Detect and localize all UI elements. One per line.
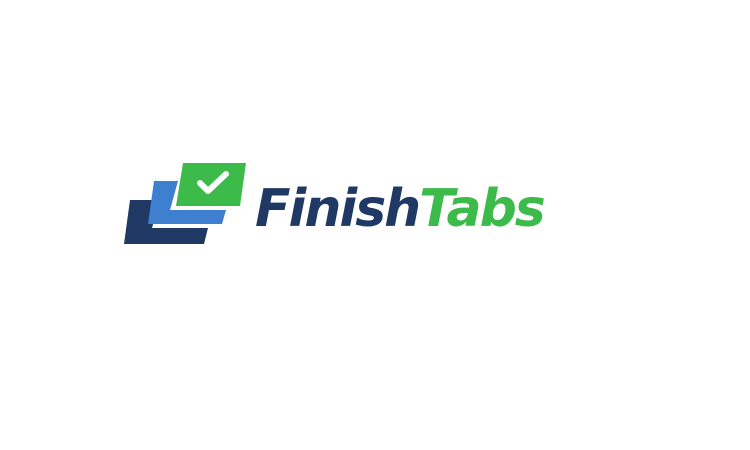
finishtabs-logo: FinishTabs [122, 160, 582, 250]
canvas: FinishTabs [0, 0, 750, 450]
stacked-tabs-checkmark-icon [124, 163, 246, 244]
logo-wordmark: FinishTabs [255, 176, 546, 242]
wordmark-finish: Finish [255, 179, 421, 239]
wordmark-tabs: Tabs [419, 179, 546, 239]
